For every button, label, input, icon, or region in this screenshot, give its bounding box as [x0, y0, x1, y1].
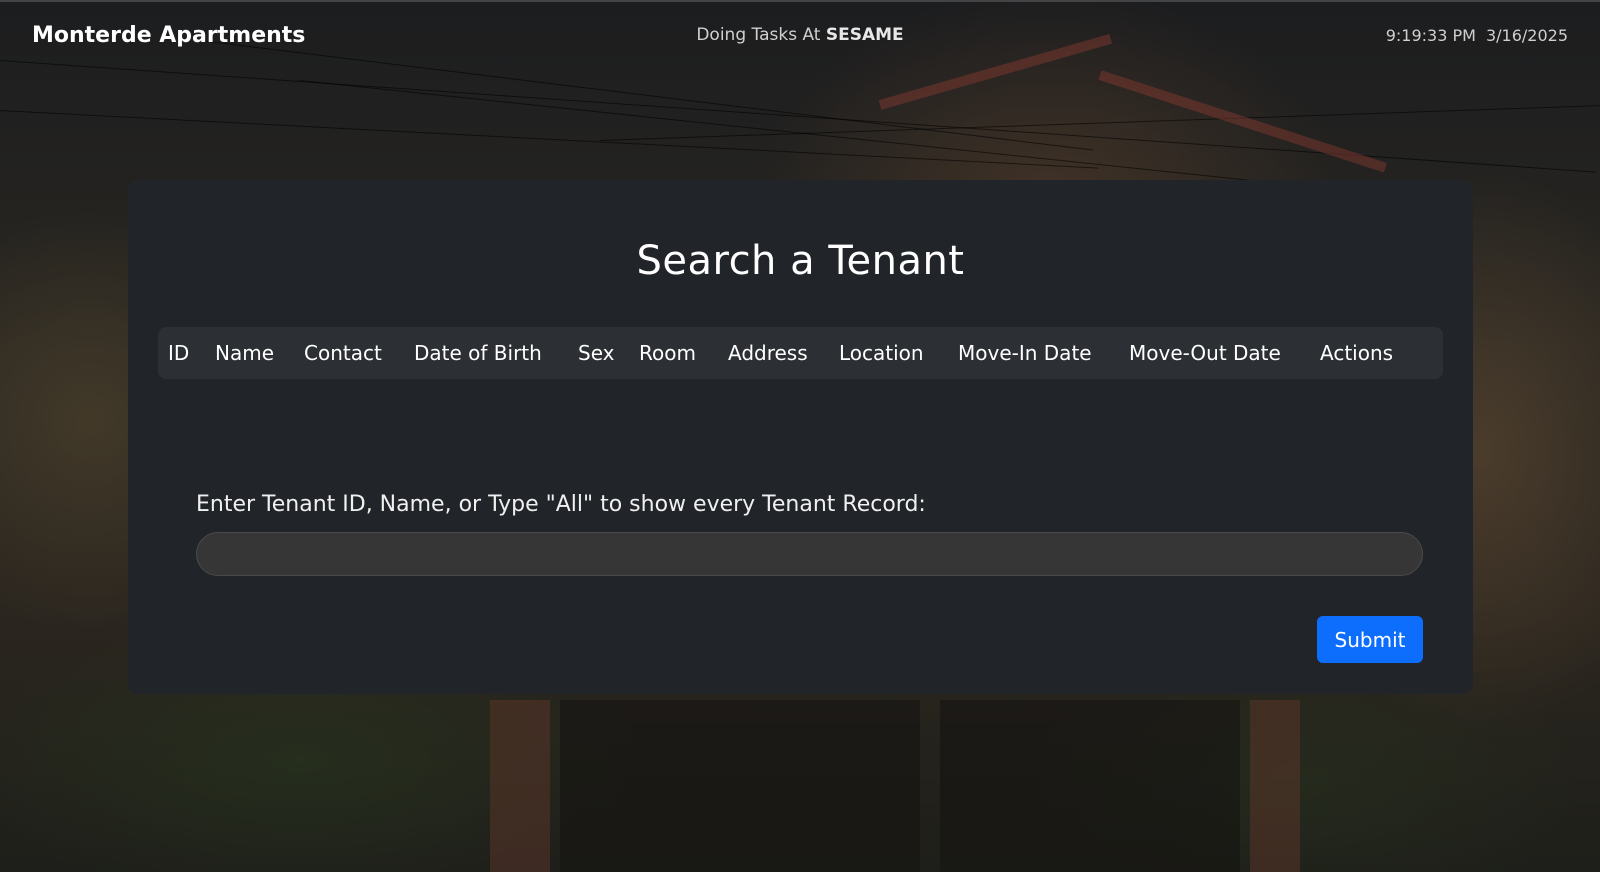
- column-header-sex: Sex: [578, 341, 615, 365]
- column-header-contact: Contact: [304, 341, 382, 365]
- column-header-move-out-date: Move-Out Date: [1129, 341, 1281, 365]
- column-header-name: Name: [215, 341, 275, 365]
- top-navbar: Monterde Apartments Doing Tasks At SESAM…: [0, 0, 1600, 68]
- column-header-id: ID: [168, 341, 190, 365]
- brand-title[interactable]: Monterde Apartments: [32, 23, 305, 48]
- column-header-actions: Actions: [1320, 341, 1394, 365]
- column-header-date-of-birth: Date of Birth: [414, 341, 542, 365]
- submit-button[interactable]: Submit: [1317, 616, 1423, 663]
- doing-prefix: Doing Tasks At: [696, 25, 821, 45]
- tenant-search-input[interactable]: [196, 532, 1423, 576]
- page-title: Search a Tenant: [636, 238, 965, 284]
- clock: 9:19:33 PM 3/16/2025: [1386, 26, 1568, 45]
- tenant-table-header: ID Name Contact Date of Birth Sex Room A…: [158, 327, 1443, 379]
- column-header-room: Room: [639, 341, 696, 365]
- doing-location: SESAME: [825, 25, 904, 45]
- column-header-move-in-date: Move-In Date: [958, 341, 1092, 365]
- column-header-location: Location: [839, 341, 924, 365]
- search-tenant-card: Search a Tenant ID Name Contact Date of …: [128, 180, 1473, 694]
- search-input-label: Enter Tenant ID, Name, or Type "All" to …: [196, 492, 926, 517]
- column-header-address: Address: [728, 341, 808, 365]
- clock-time: 9:19:33 PM: [1385, 25, 1476, 45]
- clock-date: 3/16/2025: [1485, 25, 1568, 45]
